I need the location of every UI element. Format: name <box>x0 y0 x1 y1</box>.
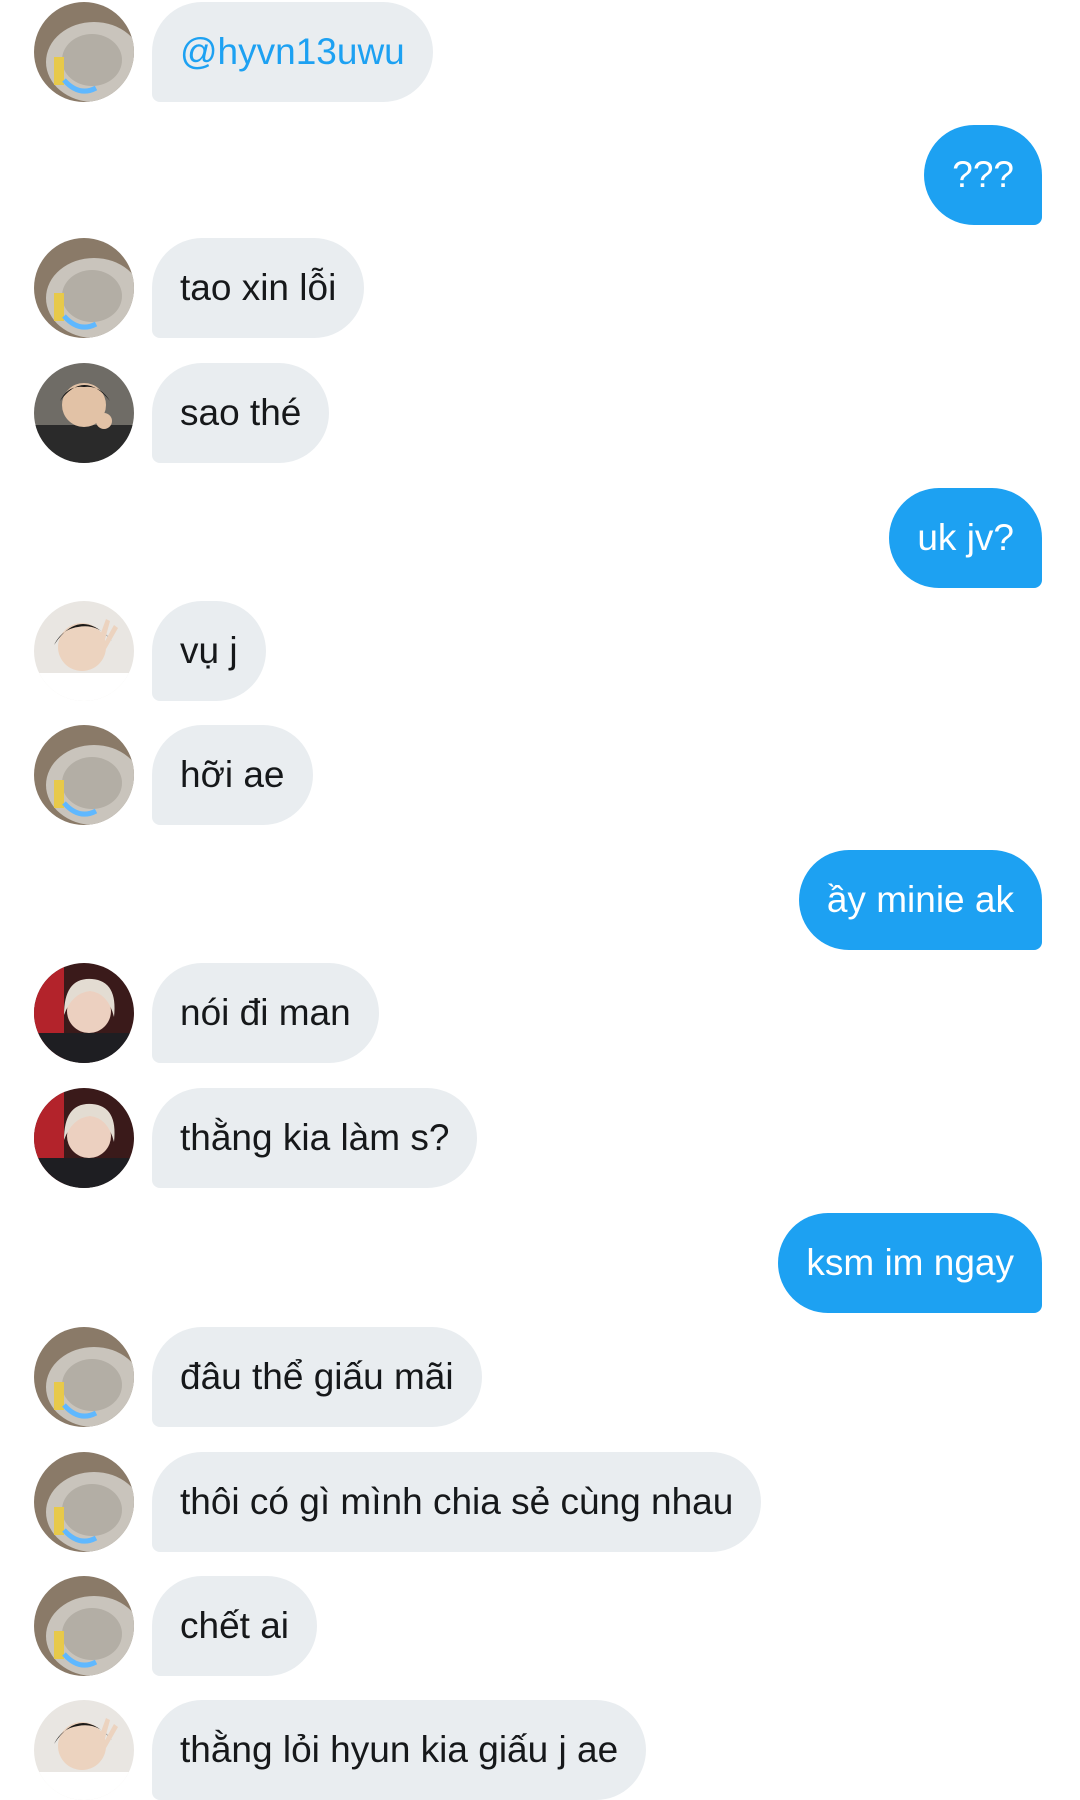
avatar-boy-peace[interactable] <box>34 601 134 701</box>
incoming-message-bubble[interactable]: sao thé <box>152 363 330 463</box>
incoming-message-bubble[interactable]: thằng kia làm s? <box>152 1088 478 1188</box>
message-row: chết ai <box>0 1576 1080 1676</box>
incoming-message-bubble[interactable]: tao xin lỗi <box>152 238 365 338</box>
incoming-message-bubble[interactable]: hỡi ae <box>152 725 313 825</box>
message-row: ksm im ngay <box>0 1213 1080 1313</box>
message-row: tao xin lỗi <box>0 238 1080 338</box>
message-row: uk jv? <box>0 488 1080 588</box>
message-row: thằng kia làm s? <box>0 1088 1080 1188</box>
incoming-message-bubble[interactable]: @hyvn13uwu <box>152 2 433 102</box>
mention-link[interactable]: @hyvn13uwu <box>180 31 405 72</box>
message-row: hỡi ae <box>0 725 1080 825</box>
incoming-message-bubble[interactable]: chết ai <box>152 1576 318 1676</box>
message-row: đâu thể giấu mãi <box>0 1327 1080 1427</box>
message-row: ??? <box>0 125 1080 225</box>
outgoing-message-bubble[interactable]: ??? <box>924 125 1042 225</box>
incoming-message-bubble[interactable]: thôi có gì mình chia sẻ cùng nhau <box>152 1452 762 1552</box>
message-row: ầy minie ak <box>0 850 1080 950</box>
message-row: vụ j <box>0 601 1080 701</box>
avatar-cat[interactable] <box>34 238 134 338</box>
avatar-cat[interactable] <box>34 1576 134 1676</box>
avatar-boy-peace[interactable] <box>34 1700 134 1800</box>
incoming-message-bubble[interactable]: nói đi man <box>152 963 379 1063</box>
avatar-cat[interactable] <box>34 725 134 825</box>
avatar-boy-dark[interactable] <box>34 363 134 463</box>
message-row: thằng lỏi hyun kia giấu j ae <box>0 1700 1080 1800</box>
message-row: @hyvn13uwu <box>0 2 1080 102</box>
incoming-message-bubble[interactable]: đâu thể giấu mãi <box>152 1327 482 1427</box>
outgoing-message-bubble[interactable]: ầy minie ak <box>798 850 1042 950</box>
message-row: nói đi man <box>0 963 1080 1063</box>
message-row: sao thé <box>0 363 1080 463</box>
avatar-blonde[interactable] <box>34 963 134 1063</box>
outgoing-message-bubble[interactable]: ksm im ngay <box>778 1213 1042 1313</box>
avatar-cat[interactable] <box>34 1327 134 1427</box>
message-row: thôi có gì mình chia sẻ cùng nhau <box>0 1452 1080 1552</box>
avatar-cat[interactable] <box>34 2 134 102</box>
avatar-cat[interactable] <box>34 1452 134 1552</box>
conversation-thread: @hyvn13uwu ??? tao xin lỗi sao thé uk jv… <box>0 0 1080 1800</box>
avatar-blonde[interactable] <box>34 1088 134 1188</box>
outgoing-message-bubble[interactable]: uk jv? <box>889 488 1042 588</box>
incoming-message-bubble[interactable]: thằng lỏi hyun kia giấu j ae <box>152 1700 647 1800</box>
incoming-message-bubble[interactable]: vụ j <box>152 601 266 701</box>
